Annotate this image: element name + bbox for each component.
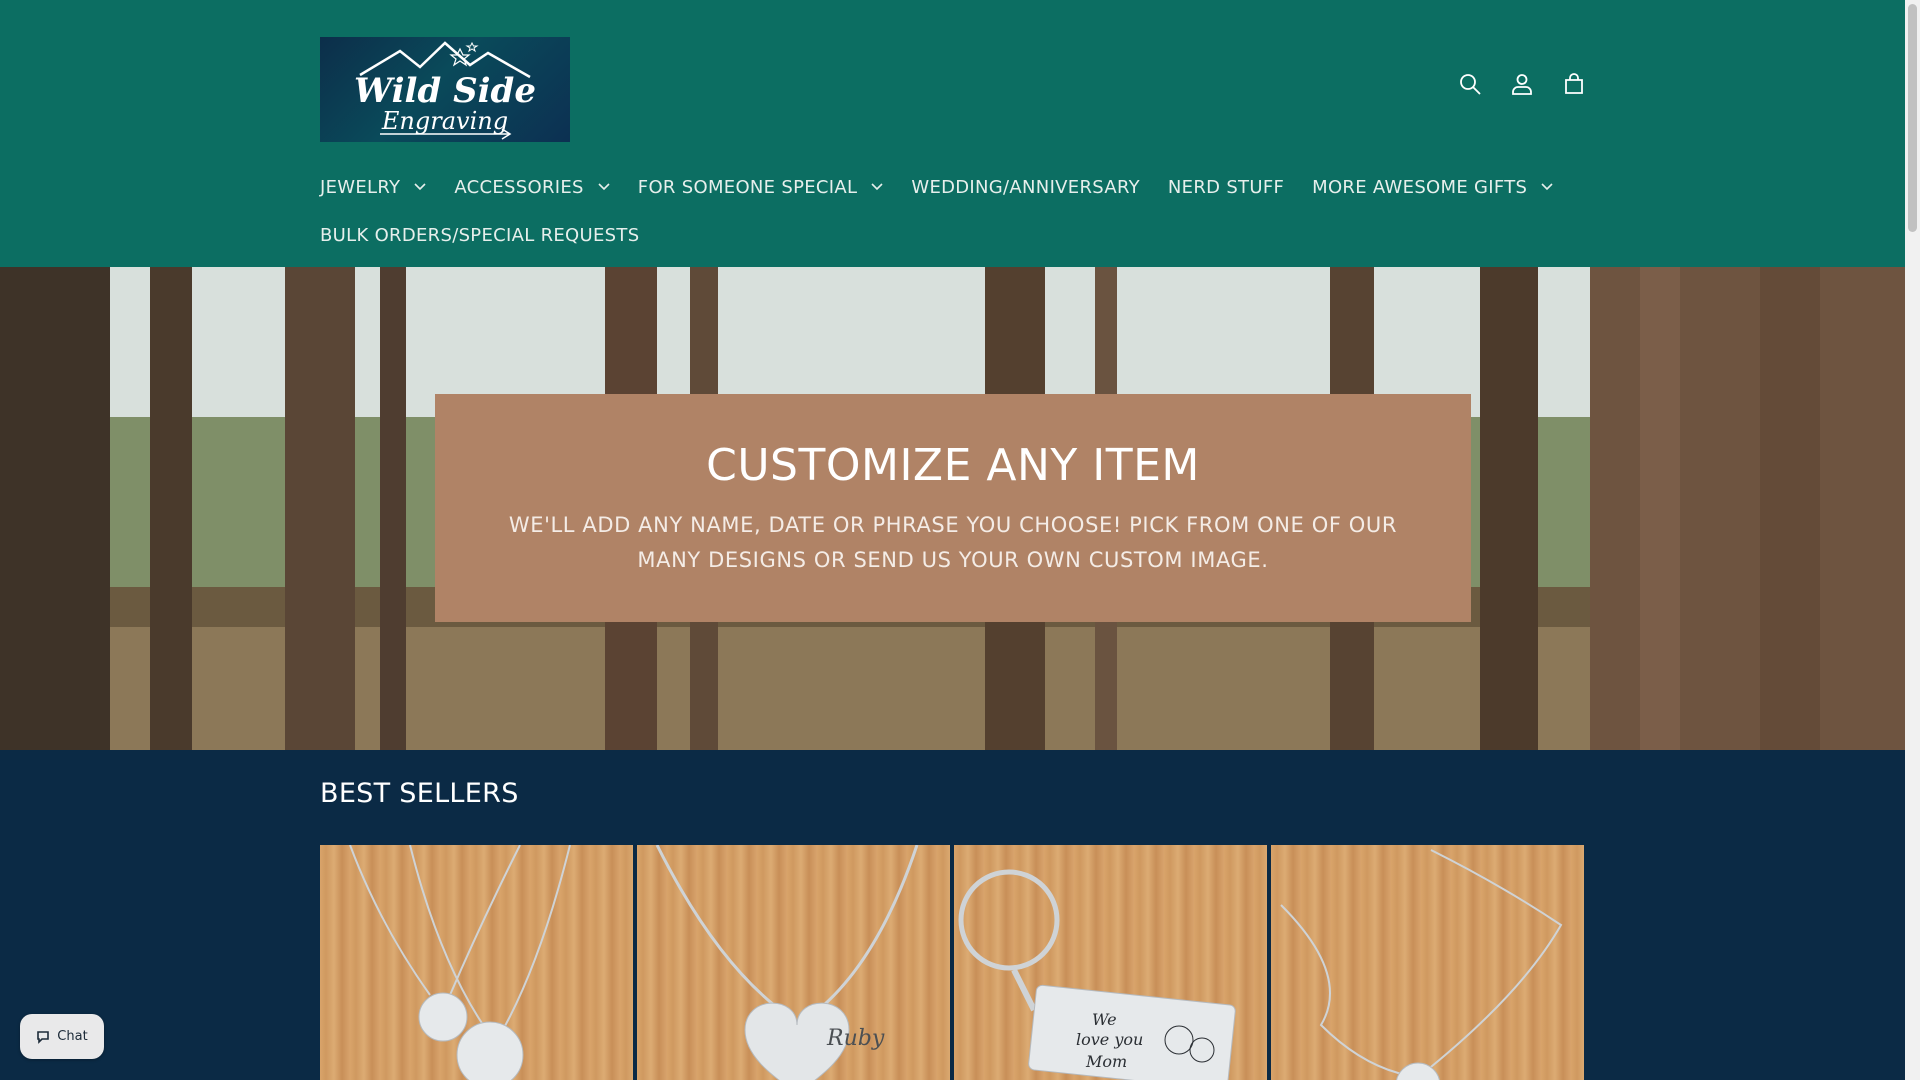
scrollbar-thumb[interactable] [1908,4,1917,232]
chevron-down-icon [871,183,883,191]
logo-line-1: Wild Side [354,71,536,111]
chat-bubble-icon [37,1030,50,1044]
chevron-down-icon [1541,183,1553,191]
nav-item-label: MORE AWESOME GIFTS [1312,176,1528,198]
two-disc-flower-necklace-image [349,845,571,1080]
nav-item-label: JEWELRY [320,176,401,198]
chevron-down-icon [414,183,426,191]
hero-banner: CUSTOMIZE ANY ITEM WE'LL ADD ANY NAME, D… [0,267,1905,750]
search-icon[interactable] [1454,68,1486,100]
chevron-down-icon [598,183,610,191]
main-nav: JEWELRY ACCESSORIES FOR SOMEONE SPECIAL … [320,168,1620,254]
heart-flower-name-necklace-image: Ruby [655,845,919,1080]
product-card[interactable] [1271,845,1584,1080]
we-love-you-mom-keychain-image: We love you Mom [958,869,1236,1080]
engraving-text: Ruby [826,1026,885,1051]
best-sellers-section: BEST SELLERS Ruby We love you Mom [0,750,1905,1080]
account-icon[interactable] [1506,68,1538,100]
nav-item-label: ACCESSORIES [454,176,584,198]
engraving-line-1: We [1092,1010,1117,1029]
logo-line-2: Engraving [381,107,509,135]
nav-item-accessories[interactable]: ACCESSORIES [454,176,610,198]
nav-item-label: FOR SOMEONE SPECIAL [637,176,858,198]
chat-button[interactable]: Chat [20,1014,104,1059]
site-header: Wild Side Engraving JEWELRY ACCESSORIES … [0,0,1905,267]
cart-icon[interactable] [1558,68,1590,100]
nav-item-wedding-anniversary[interactable]: WEDDING/ANNIVERSARY [911,177,1140,198]
nav-item-nerd-stuff[interactable]: NERD STUFF [1168,177,1284,198]
nav-item-label: WEDDING/ANNIVERSARY [911,176,1140,198]
nav-item-label: NERD STUFF [1167,176,1285,198]
disc-pendant-chain-necklace-image [1280,849,1563,1080]
engraving-line-3: Mom [1085,1052,1127,1071]
chat-label: Chat [57,1029,88,1044]
nav-item-label: BULK ORDERS/SPECIAL REQUESTS [320,224,640,246]
hero-subtitle: WE'LL ADD ANY NAME, DATE OR PHRASE YOU C… [508,513,1398,572]
engraving-line-2: love you [1076,1030,1143,1049]
nav-item-jewelry[interactable]: JEWELRY [320,177,426,198]
product-card[interactable] [320,845,633,1080]
nav-item-bulk-orders[interactable]: BULK ORDERS/SPECIAL REQUESTS [320,225,639,246]
nav-item-more-awesome-gifts[interactable]: MORE AWESOME GIFTS [1312,177,1553,198]
hero-text-box: CUSTOMIZE ANY ITEM WE'LL ADD ANY NAME, D… [435,394,1471,622]
store-logo[interactable]: Wild Side Engraving [320,37,570,142]
section-title: BEST SELLERS [320,778,519,809]
page-scrollbar[interactable] [1905,0,1920,1080]
product-card[interactable]: Ruby [637,845,950,1080]
nav-item-for-someone-special[interactable]: FOR SOMEONE SPECIAL [638,177,884,198]
product-card[interactable]: We love you Mom [954,845,1267,1080]
hero-title: CUSTOMIZE ANY ITEM [706,440,1200,491]
